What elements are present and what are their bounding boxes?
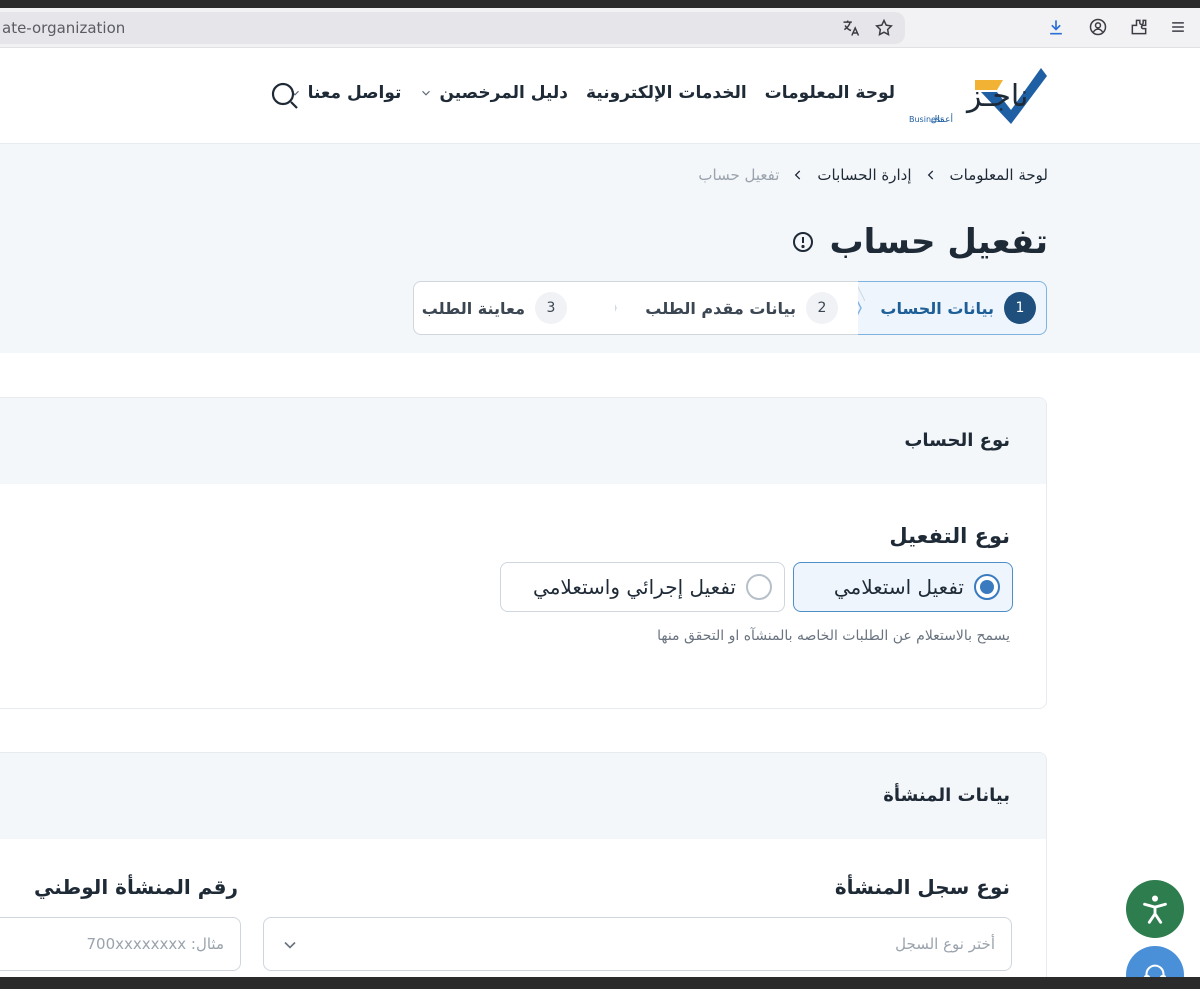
support-chat-button[interactable] xyxy=(1126,946,1184,977)
url-text: ate-organization xyxy=(2,19,126,37)
national-number-label: رقم المنشأة الوطني xyxy=(34,875,238,899)
menu-icon[interactable] xyxy=(1165,14,1191,40)
extensions-icon[interactable] xyxy=(1126,14,1152,40)
step-number: 3 xyxy=(535,292,567,324)
site-header: ناجـز أعمال Business لوحة المعلومات الخد… xyxy=(0,48,1200,144)
window-frame-bottom xyxy=(0,977,1200,989)
national-number-input[interactable]: مثال: 700xxxxxxxx xyxy=(0,917,241,971)
window-frame-top xyxy=(0,0,1200,8)
chevron-left-icon xyxy=(927,170,933,180)
radio-button[interactable] xyxy=(746,574,772,600)
step-review[interactable]: 3 معاينة الطلب xyxy=(413,281,615,335)
chevron-down-icon xyxy=(284,941,296,949)
download-icon[interactable] xyxy=(1043,14,1069,40)
step-number: 1 xyxy=(1004,292,1036,324)
headset-icon xyxy=(1143,964,1167,977)
step-label: بيانات مقدم الطلب xyxy=(645,298,796,318)
page: ناجـز أعمال Business لوحة المعلومات الخد… xyxy=(0,48,1200,977)
nav-eservices-label: الخدمات الإلكترونية xyxy=(586,83,747,103)
establishment-card: بيانات المنشأة نوع سجل المنشأة أختر نوع … xyxy=(0,752,1047,977)
nav-eservices[interactable]: الخدمات الإلكترونية xyxy=(586,83,747,103)
nav-dashboard-label: لوحة المعلومات xyxy=(764,83,895,103)
registry-type-label: نوع سجل المنشأة xyxy=(834,875,1010,899)
establishment-card-header: بيانات المنشأة xyxy=(0,753,1046,839)
step-account-data[interactable]: 1 بيانات الحساب xyxy=(855,281,1047,335)
breadcrumb-current: تفعيل حساب xyxy=(698,166,780,184)
chevron-left-icon xyxy=(795,170,801,180)
info-icon[interactable] xyxy=(791,230,815,254)
chevron-down-icon xyxy=(422,90,431,96)
step-label: معاينة الطلب xyxy=(421,298,525,318)
nav-licensees-guide[interactable]: دليل المرخصين xyxy=(419,83,568,103)
breadcrumb-dashboard[interactable]: لوحة المعلومات xyxy=(950,166,1049,184)
nav-contact-us-label: تواصل معنا xyxy=(307,83,402,103)
translate-icon[interactable] xyxy=(838,15,864,41)
browser-toolbar: ate-organization xyxy=(0,8,1200,48)
svg-text:ناجـز: ناجـز xyxy=(965,79,1028,114)
step-number: 2 xyxy=(806,292,838,324)
radio-label: تفعيل استعلامي xyxy=(833,575,964,599)
page-title-text: تفعيل حساب xyxy=(829,222,1048,262)
radio-procedural-inquiry-activation[interactable]: تفعيل إجرائي واستعلامي xyxy=(500,562,785,612)
account-type-card-header: نوع الحساب xyxy=(0,398,1046,484)
establishment-title: بيانات المنشأة xyxy=(883,785,1010,806)
step-applicant-data[interactable]: 2 بيانات مقدم الطلب xyxy=(612,281,858,335)
radio-inquiry-activation[interactable]: تفعيل استعلامي xyxy=(793,562,1013,612)
star-icon[interactable] xyxy=(871,15,897,41)
registry-type-placeholder: أختر نوع السجل xyxy=(895,935,995,953)
activation-hint: يسمح بالاستعلام عن الطلبات الخاصه بالمنش… xyxy=(657,628,1010,644)
account-type-card: نوع الحساب نوع التفعيل تفعيل استعلامي تف… xyxy=(0,397,1047,709)
account-icon[interactable] xyxy=(1085,14,1111,40)
breadcrumb: لوحة المعلومات إدارة الحسابات تفعيل حساب xyxy=(698,166,1048,184)
accessibility-icon xyxy=(1143,895,1167,924)
logo[interactable]: ناجـز أعمال Business xyxy=(905,62,1050,128)
page-title: تفعيل حساب xyxy=(791,222,1048,262)
address-bar[interactable]: ate-organization xyxy=(0,12,905,44)
search-icon[interactable] xyxy=(270,81,300,111)
main-nav: لوحة المعلومات الخدمات الإلكترونية دليل … xyxy=(288,83,895,103)
nav-licensees-guide-label: دليل المرخصين xyxy=(439,83,568,103)
radio-label: تفعيل إجرائي واستعلامي xyxy=(533,575,736,599)
registry-type-select[interactable]: أختر نوع السجل xyxy=(263,917,1012,971)
activation-type-label: نوع التفعيل xyxy=(889,524,1010,548)
national-number-placeholder: مثال: 700xxxxxxxx xyxy=(86,935,224,953)
step-label: بيانات الحساب xyxy=(880,298,994,318)
nav-contact-us[interactable]: تواصل معنا xyxy=(288,83,402,103)
account-type-title: نوع الحساب xyxy=(904,430,1010,451)
breadcrumb-account-management[interactable]: إدارة الحسابات xyxy=(817,166,911,184)
accessibility-button[interactable] xyxy=(1126,880,1184,938)
radio-button[interactable] xyxy=(974,574,1000,600)
nav-dashboard[interactable]: لوحة المعلومات xyxy=(765,83,895,103)
svg-text:Business: Business xyxy=(909,115,944,124)
